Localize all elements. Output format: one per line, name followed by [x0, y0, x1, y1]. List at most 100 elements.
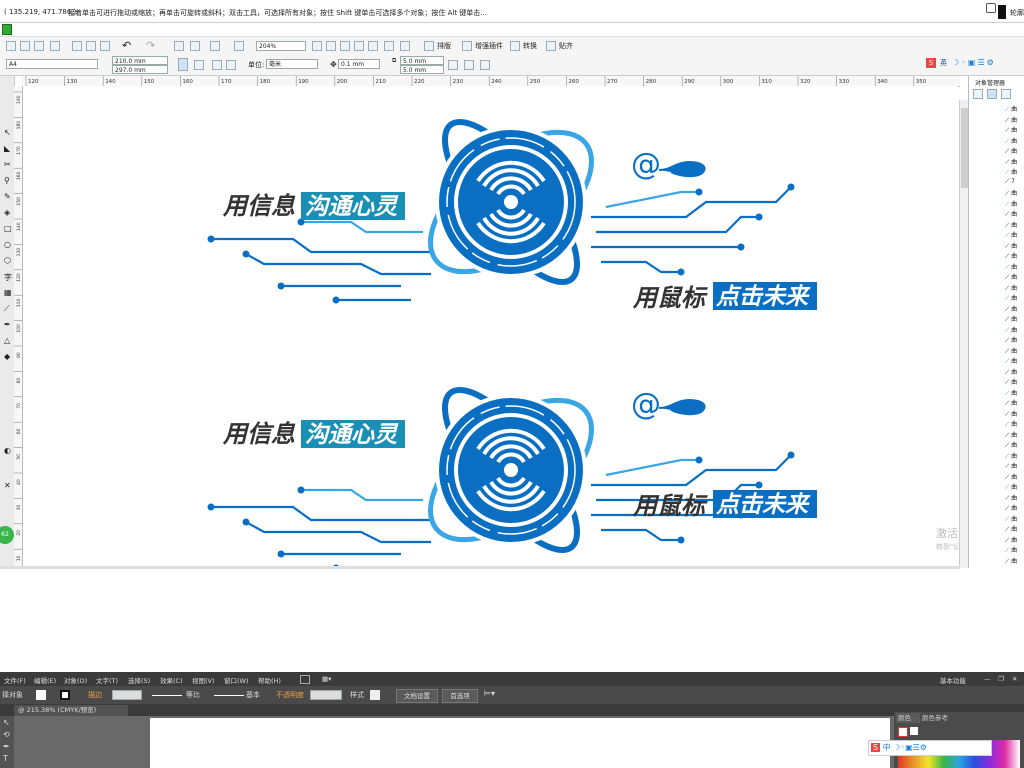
all-pages-icon[interactable]: [212, 60, 222, 70]
align-icon[interactable]: ⊨▾: [484, 689, 495, 698]
object-list-item[interactable]: ⟋ 曲: [1005, 503, 1017, 513]
close-icon[interactable]: ✕: [1012, 675, 1017, 683]
object-list-item[interactable]: ⟋ 曲: [1005, 136, 1017, 146]
table-tool-icon[interactable]: ▦: [4, 288, 12, 297]
redo-icon[interactable]: ↷: [146, 39, 155, 52]
restore-icon[interactable]: ❐: [998, 675, 1004, 683]
menu-view[interactable]: 视图(V): [192, 675, 215, 685]
crop-tool-icon[interactable]: ✂: [4, 160, 11, 169]
panel-option-icon[interactable]: [973, 89, 983, 99]
open-icon[interactable]: [20, 41, 30, 51]
units-icon[interactable]: [448, 60, 458, 70]
style-swatch[interactable]: [370, 690, 380, 700]
ime-logo-icon-2[interactable]: S: [871, 743, 881, 752]
new-icon[interactable]: [6, 41, 16, 51]
plugins-icon[interactable]: [462, 41, 472, 51]
object-list-item[interactable]: ⟋ 曲: [1005, 199, 1017, 209]
speed-badge[interactable]: 62: [0, 526, 14, 544]
options-icon[interactable]: [480, 60, 490, 70]
stroke-weight-field[interactable]: 1 pt: [112, 690, 142, 700]
page-size-select[interactable]: A4: [6, 59, 98, 69]
zoom-selected-icon[interactable]: [340, 41, 350, 51]
none-swatch[interactable]: [898, 727, 908, 737]
zoom-in-icon[interactable]: [312, 41, 322, 51]
object-list-item[interactable]: ⟋ 曲: [1005, 325, 1017, 335]
menu-effect[interactable]: 效果(C): [160, 675, 183, 685]
design-2[interactable]: 用信息 沟通心灵 @ 用鼠标 点击未来: [207, 372, 818, 568]
undo-icon[interactable]: ↶: [122, 39, 131, 52]
eyedropper-icon[interactable]: ✒: [4, 320, 11, 329]
object-list-item[interactable]: ⟋ 7: [1005, 178, 1015, 186]
zoom-page-icon[interactable]: [368, 41, 378, 51]
launcher-icon[interactable]: [234, 41, 244, 51]
zoom-out-icon[interactable]: [326, 41, 336, 51]
object-list-item[interactable]: ⟋ 曲: [1005, 293, 1017, 303]
arrange-docs-icon[interactable]: ▦▾: [322, 675, 331, 683]
arrange-button[interactable]: 排版: [437, 41, 451, 51]
object-list-item[interactable]: ⟋ 曲: [1005, 272, 1017, 282]
ellipse-tool-icon[interactable]: ○: [4, 240, 11, 249]
object-list-item[interactable]: ⟋ 曲: [1005, 115, 1017, 125]
object-list-item[interactable]: ⟋ 曲: [1005, 209, 1017, 219]
object-list-item[interactable]: ⟋ 曲: [1005, 241, 1017, 251]
color-guide-tab[interactable]: 颜色参考: [922, 713, 948, 723]
scroll-thumb[interactable]: [961, 108, 968, 188]
snap-icon[interactable]: [546, 41, 556, 51]
object-list-item[interactable]: ⟋ 曲: [1005, 524, 1017, 534]
object-list-item[interactable]: ⟋ 曲: [1005, 514, 1017, 524]
zoom-select[interactable]: 204%: [256, 41, 306, 51]
object-list-item[interactable]: ⟋ 曲: [1005, 251, 1017, 261]
object-list-item[interactable]: ⟋ 曲: [1005, 493, 1017, 503]
object-list-item[interactable]: ⟋ 曲: [1005, 283, 1017, 293]
lasso-tool-icon[interactable]: ⟲: [3, 730, 10, 739]
duplicate-y-field[interactable]: 5.0 mm: [400, 65, 444, 74]
object-list-item[interactable]: ⟋ 曲: [1005, 419, 1017, 429]
opacity-field[interactable]: 100%: [310, 690, 342, 700]
object-list-item[interactable]: ⟋ 曲: [1005, 388, 1017, 398]
app-doc-icon[interactable]: [2, 24, 12, 35]
publish-icon[interactable]: [210, 41, 220, 51]
zoom-height-icon[interactable]: [400, 41, 410, 51]
ime-tools-icons[interactable]: ☽◦▣☰⚙: [952, 58, 1012, 68]
fill-swatch[interactable]: [36, 690, 46, 700]
pen-tool-icon[interactable]: ✒: [3, 742, 10, 751]
object-list-item[interactable]: ⟋ 曲: [1005, 430, 1017, 440]
convert-button[interactable]: 转换: [523, 41, 537, 51]
ai-artboard[interactable]: [150, 718, 890, 768]
ime-mode[interactable]: 英: [940, 58, 947, 68]
object-list-item[interactable]: ⟋ 曲: [1005, 262, 1017, 272]
profile-select[interactable]: 等比: [186, 690, 200, 700]
object-list-item[interactable]: ⟋ 曲: [1005, 398, 1017, 408]
ime-mode-2[interactable]: 中: [883, 743, 891, 752]
page-height-field[interactable]: 297.0 mm: [112, 65, 168, 74]
object-list-item[interactable]: ⟋ 曲: [1005, 125, 1017, 135]
zoom-all-icon[interactable]: [354, 41, 364, 51]
object-list-item[interactable]: ⟋ 曲: [1005, 167, 1017, 177]
object-list-item[interactable]: ⟋ 曲: [1005, 230, 1017, 240]
text-tool-icon[interactable]: 字: [4, 272, 12, 283]
horizontal-scrollbar[interactable]: [0, 566, 960, 569]
convert-icon[interactable]: [510, 41, 520, 51]
menu-type[interactable]: 文字(T): [96, 675, 118, 685]
polygon-tool-icon[interactable]: ⬡: [4, 256, 11, 265]
object-list-item[interactable]: ⟋ 曲: [1005, 451, 1017, 461]
object-list-item[interactable]: ⟋ 曲: [1005, 146, 1017, 156]
stroke-swatch[interactable]: [60, 690, 70, 700]
brush-select[interactable]: 基本: [246, 690, 260, 700]
object-list-item[interactable]: ⟋ 曲: [1005, 356, 1017, 366]
bridge-icon[interactable]: [300, 675, 310, 684]
ime-tools-icons-2[interactable]: ☽◦▣☰⚙: [893, 743, 927, 752]
ime-toolbar[interactable]: S 中 ☽◦▣☰⚙: [868, 740, 992, 756]
import-icon[interactable]: [174, 41, 184, 51]
menu-window[interactable]: 窗口(W): [224, 675, 249, 685]
object-list-item[interactable]: ⟋ 曲: [1005, 472, 1017, 482]
object-list-item[interactable]: ⟋ 曲: [1005, 409, 1017, 419]
white-swatch[interactable]: [910, 727, 918, 735]
minimize-icon[interactable]: —: [984, 675, 991, 683]
document-setup-button[interactable]: 文档设置: [396, 689, 438, 703]
object-list-item[interactable]: ⟋ 曲: [1005, 335, 1017, 345]
duplicate-x-field[interactable]: 5.0 mm: [400, 56, 444, 65]
object-list-item[interactable]: ⟋ 曲: [1005, 104, 1017, 114]
object-list-item[interactable]: ⟋ 曲: [1005, 367, 1017, 377]
color-tab[interactable]: 颜色: [896, 713, 920, 723]
